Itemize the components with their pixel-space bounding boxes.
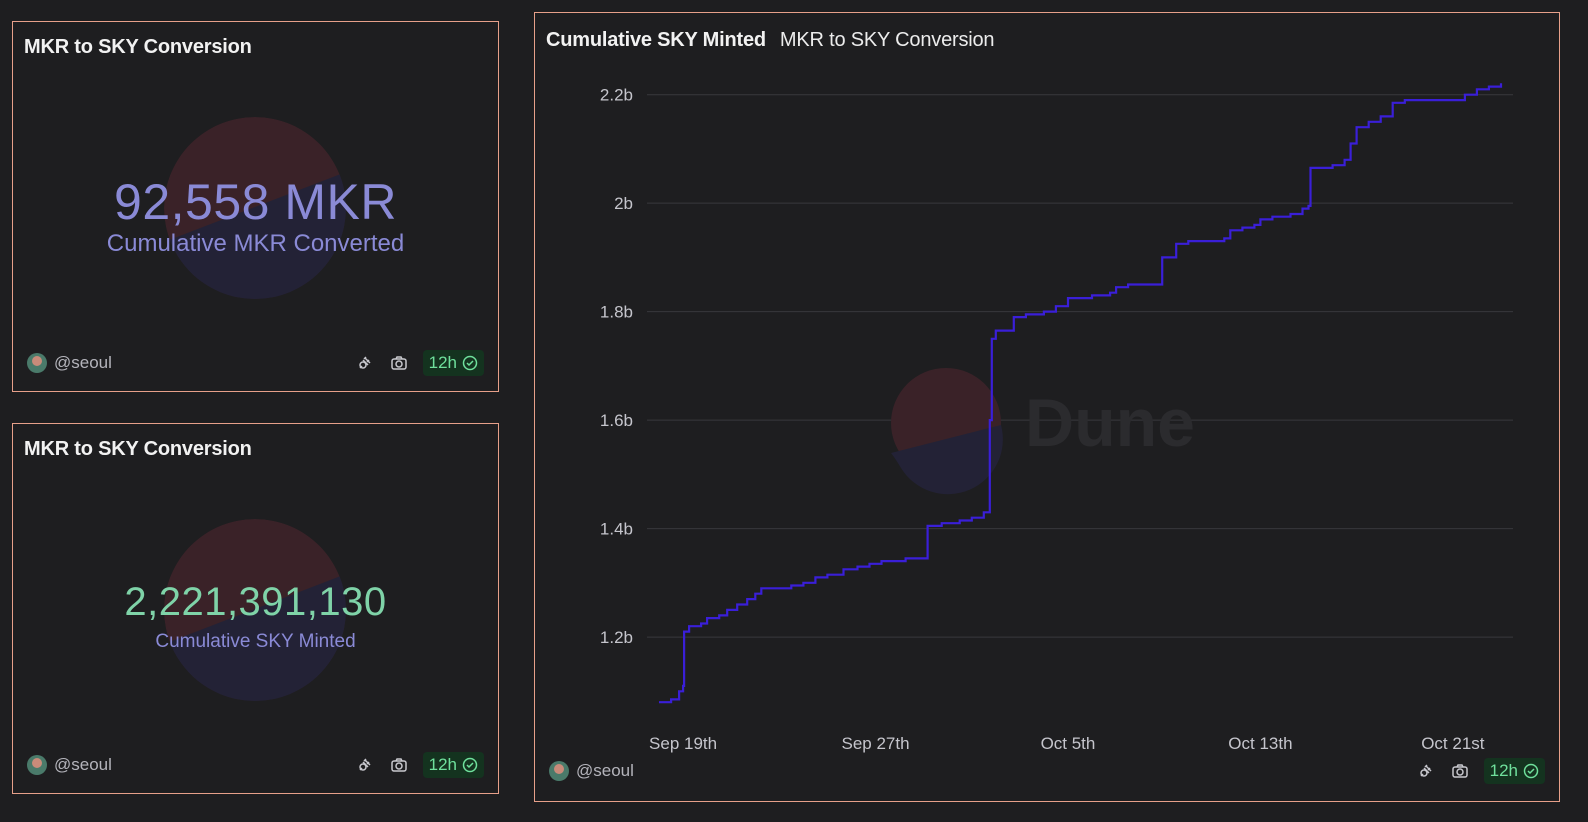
avatar <box>27 353 47 373</box>
card-title[interactable]: MKR to SKY Conversion <box>24 438 252 461</box>
plug-icon[interactable] <box>355 353 375 373</box>
author-name: @seoul <box>576 761 634 780</box>
x-tick-label: Sep 27th <box>841 734 909 753</box>
y-axis: 1.2b 1.4b 1.6b 1.8b 2b 2.2b <box>600 86 633 647</box>
line-chart[interactable]: Dune 1.2b1.4b1.6b1.8b2b2.2b Sep 19th Sep … <box>535 13 1561 803</box>
card-title[interactable]: MKR to SKY Conversion <box>24 36 252 59</box>
plug-icon[interactable] <box>1416 761 1436 781</box>
camera-icon[interactable] <box>389 353 409 373</box>
x-tick-label: Oct 13th <box>1228 734 1292 753</box>
y-tick-label: 2b <box>614 194 633 213</box>
camera-icon[interactable] <box>1450 761 1470 781</box>
x-tick-label: Oct 5th <box>1041 734 1096 753</box>
line-chart-card: Cumulative SKY Minted MKR to SKY Conversi… <box>534 12 1560 802</box>
x-tick-label: Sep 19th <box>649 734 717 753</box>
author-link[interactable]: @seoul <box>549 757 634 785</box>
counter-label: Cumulative SKY Minted <box>155 631 356 652</box>
dune-logo-watermark: Dune <box>891 368 1195 495</box>
x-axis: Sep 19th Sep 27th Oct 5th Oct 13th Oct 21st <box>649 734 1485 753</box>
counter-label: Cumulative MKR Converted <box>106 230 405 257</box>
mkr-counter-card: MKR to SKY Conversion 92,558 MKR Cumulat… <box>12 21 499 392</box>
check-circle-icon <box>462 355 478 371</box>
check-circle-icon <box>462 757 478 773</box>
x-tick-label: Oct 21st <box>1421 734 1485 753</box>
author-link[interactable]: @seoul <box>27 751 112 779</box>
sky-counter-card: MKR to SKY Conversion 2,221,391,130 Cumu… <box>12 423 499 794</box>
refresh-label: 12h <box>428 353 457 372</box>
author-link[interactable]: @seoul <box>27 349 112 377</box>
y-tick-label: 2.2b <box>600 86 633 105</box>
camera-icon[interactable] <box>389 755 409 775</box>
y-tick-label: 1.4b <box>600 520 633 539</box>
grid-lines <box>647 94 1513 638</box>
author-name: @seoul <box>54 353 112 372</box>
y-tick-label: 1.6b <box>600 411 633 430</box>
card-footer: @seoul 12h <box>549 757 1545 785</box>
avatar <box>549 761 569 781</box>
plug-icon[interactable] <box>355 755 375 775</box>
counter-value: 2,221,391,130 <box>124 580 387 624</box>
author-name: @seoul <box>54 755 112 774</box>
refresh-badge[interactable]: 12h <box>422 350 484 376</box>
refresh-label: 12h <box>428 755 457 774</box>
avatar <box>27 755 47 775</box>
card-footer: @seoul 12h <box>27 751 484 779</box>
refresh-badge[interactable]: 12h <box>422 752 484 778</box>
refresh-badge[interactable]: 12h <box>1483 758 1545 784</box>
y-tick-label: 1.8b <box>600 303 633 322</box>
card-footer: @seoul 12h <box>27 349 484 377</box>
check-circle-icon <box>1523 763 1539 779</box>
y-tick-label: 1.2b <box>600 628 633 647</box>
refresh-label: 12h <box>1489 761 1518 780</box>
counter-value: 92,558 MKR <box>114 174 397 230</box>
dune-watermark-text: Dune <box>1025 385 1195 461</box>
